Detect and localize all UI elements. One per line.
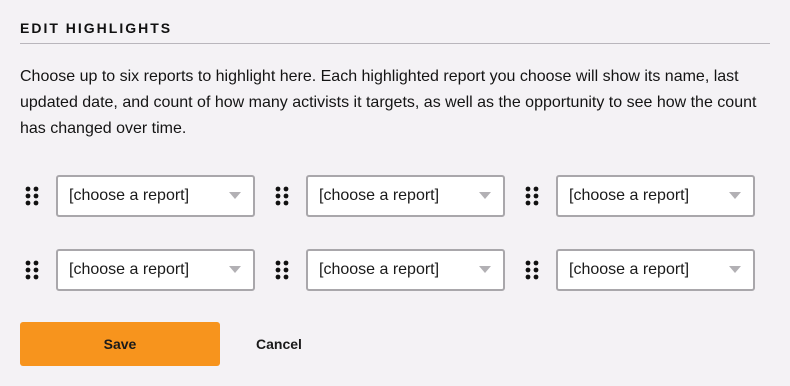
chevron-down-icon: [479, 192, 491, 199]
highlight-slot-1: [choose a report]: [20, 175, 270, 217]
drag-handle-icon[interactable]: [520, 175, 556, 217]
highlight-slot-5: [choose a report]: [270, 249, 520, 291]
highlight-slot-3: [choose a report]: [520, 175, 770, 217]
report-select-value: [choose a report]: [569, 187, 690, 204]
panel-description: Choose up to six reports to highlight he…: [20, 68, 757, 137]
chevron-down-icon: [229, 266, 241, 273]
chevron-down-icon: [729, 192, 741, 199]
report-select-3[interactable]: [choose a report]: [556, 175, 755, 217]
cancel-button[interactable]: Cancel: [256, 336, 302, 352]
drag-handle-icon[interactable]: [20, 249, 56, 291]
slots-row-2: [choose a report] [choose a report] [cho…: [20, 249, 770, 291]
chevron-down-icon: [229, 192, 241, 199]
report-select-2[interactable]: [choose a report]: [306, 175, 505, 217]
drag-handle-icon[interactable]: [20, 175, 56, 217]
chevron-down-icon: [479, 266, 491, 273]
report-select-5[interactable]: [choose a report]: [306, 249, 505, 291]
highlight-slots-grid: [choose a report] [choose a report] [cho…: [20, 175, 770, 323]
drag-handle-icon[interactable]: [520, 249, 556, 291]
form-actions: Save Cancel: [20, 322, 302, 366]
panel-title: EDIT HIGHLIGHTS: [20, 20, 173, 36]
drag-handle-icon[interactable]: [270, 249, 306, 291]
report-select-value: [choose a report]: [569, 261, 690, 278]
report-select-1[interactable]: [choose a report]: [56, 175, 255, 217]
report-select-value: [choose a report]: [319, 261, 440, 278]
highlight-slot-6: [choose a report]: [520, 249, 770, 291]
report-select-6[interactable]: [choose a report]: [556, 249, 755, 291]
title-divider: [20, 43, 770, 44]
edit-highlights-panel: EDIT HIGHLIGHTS Choose up to six reports…: [0, 0, 790, 386]
report-select-4[interactable]: [choose a report]: [56, 249, 255, 291]
highlight-slot-2: [choose a report]: [270, 175, 520, 217]
save-button[interactable]: Save: [20, 322, 220, 366]
report-select-value: [choose a report]: [69, 261, 190, 278]
chevron-down-icon: [729, 266, 741, 273]
drag-handle-icon[interactable]: [270, 175, 306, 217]
highlight-slot-4: [choose a report]: [20, 249, 270, 291]
slots-row-1: [choose a report] [choose a report] [cho…: [20, 175, 770, 217]
report-select-value: [choose a report]: [69, 187, 190, 204]
report-select-value: [choose a report]: [319, 187, 440, 204]
